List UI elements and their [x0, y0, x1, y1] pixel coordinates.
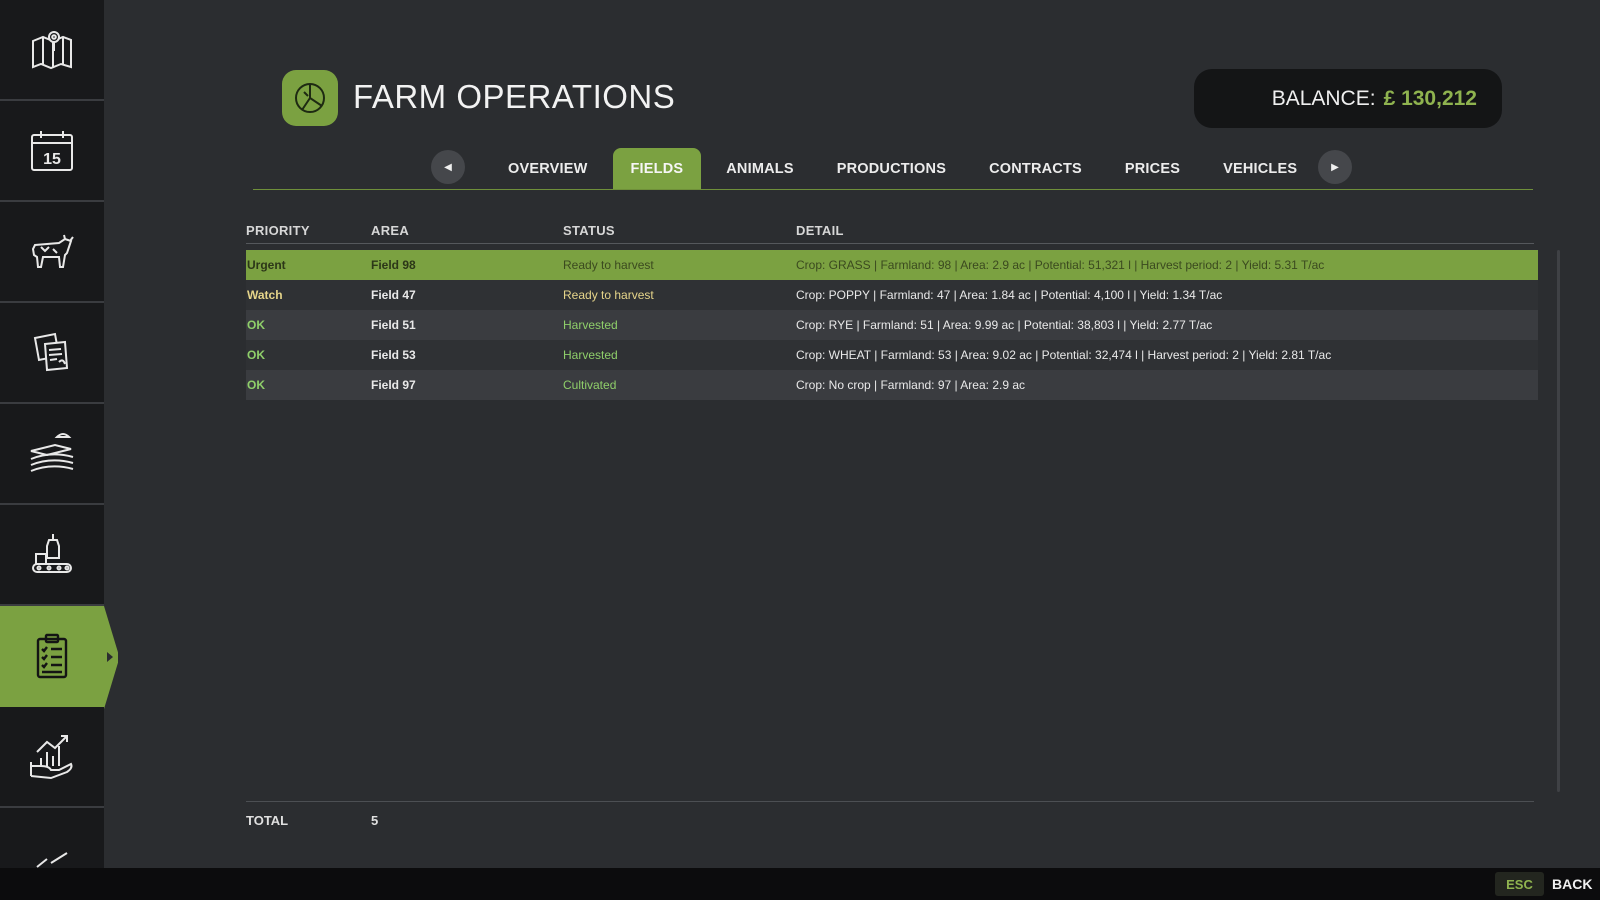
- column-header-detail: DETAIL: [796, 223, 844, 238]
- sidebar-item-calendar[interactable]: 15: [0, 101, 104, 202]
- area-cell: Field 98: [371, 258, 416, 272]
- sidebar-active-pointer: [104, 606, 118, 709]
- area-cell: Field 51: [371, 318, 416, 332]
- footer-divider: [246, 801, 1534, 802]
- finance-icon: [30, 734, 73, 779]
- table-row[interactable]: Urgent Field 98 Ready to harvest Crop: G…: [246, 250, 1538, 280]
- detail-cell: Crop: No crop | Farmland: 97 | Area: 2.9…: [796, 378, 1026, 392]
- column-header-status: STATUS: [563, 223, 615, 238]
- table-scrollbar[interactable]: [1557, 250, 1560, 792]
- total-value: 5: [371, 813, 379, 828]
- tab-overview[interactable]: OVERVIEW: [490, 148, 606, 190]
- priority-cell: OK: [247, 378, 265, 392]
- svg-text:15: 15: [43, 151, 61, 168]
- detail-cell: Crop: POPPY | Farmland: 47 | Area: 1.84 …: [796, 288, 1223, 302]
- balance-value: £ 130,212: [1383, 86, 1477, 110]
- priority-cell: Watch: [247, 288, 283, 302]
- table-row[interactable]: OK Field 53 Harvested Crop: WHEAT | Farm…: [246, 340, 1538, 370]
- area-cell: Field 47: [371, 288, 416, 302]
- pie-chart-icon: [295, 83, 325, 113]
- priority-cell: OK: [247, 348, 265, 362]
- sidebar-item-documents[interactable]: [0, 303, 104, 404]
- sidebar-item-productions[interactable]: [0, 505, 104, 606]
- header-icon: [282, 70, 338, 126]
- triangle-right-icon: ▶: [1331, 161, 1339, 173]
- production-icon: [32, 533, 72, 573]
- sidebar-item-animals[interactable]: [0, 202, 104, 303]
- tab-prev-button[interactable]: ◀: [431, 150, 465, 184]
- column-header-priority: PRIORITY: [246, 223, 310, 238]
- status-cell: Ready to harvest: [563, 288, 654, 302]
- sidebar-item-finances[interactable]: [0, 707, 104, 808]
- tab-next-button[interactable]: ▶: [1318, 150, 1352, 184]
- triangle-left-icon: ◀: [444, 161, 452, 173]
- status-cell: Cultivated: [563, 378, 617, 392]
- area-cell: Field 97: [371, 378, 416, 392]
- balance-display: BALANCE: £ 130,212: [1194, 69, 1502, 128]
- table-row[interactable]: OK Field 51 Harvested Crop: RYE | Farmla…: [246, 310, 1538, 340]
- detail-cell: Crop: RYE | Farmland: 51 | Area: 9.99 ac…: [796, 318, 1213, 332]
- fields-icon: [30, 432, 74, 472]
- priority-cell: Urgent: [247, 258, 286, 272]
- table-row[interactable]: Watch Field 47 Ready to harvest Crop: PO…: [246, 280, 1538, 310]
- total-label: TOTAL: [246, 813, 289, 828]
- status-cell: Harvested: [563, 348, 618, 362]
- column-header-area: AREA: [371, 223, 410, 238]
- tab-productions[interactable]: PRODUCTIONS: [819, 148, 964, 190]
- detail-cell: Crop: GRASS | Farmland: 98 | Area: 2.9 a…: [796, 258, 1325, 272]
- detail-cell: Crop: WHEAT | Farmland: 53 | Area: 9.02 …: [796, 348, 1332, 362]
- area-cell: Field 53: [371, 348, 416, 362]
- table-row[interactable]: OK Field 97 Cultivated Crop: No crop | F…: [246, 370, 1538, 400]
- sidebar-item-farm-operations[interactable]: [0, 606, 104, 707]
- cow-icon: [31, 234, 74, 268]
- status-cell: Harvested: [563, 318, 618, 332]
- tab-contracts[interactable]: CONTRACTS: [971, 148, 1100, 190]
- tab-prices[interactable]: PRICES: [1107, 148, 1198, 190]
- back-button[interactable]: BACK: [1552, 876, 1592, 892]
- balance-label: BALANCE:: [1271, 86, 1376, 110]
- farm-operations-screen: 15 FARM OPERATIONS BALANCE: £ 130,212 ◀ …: [0, 0, 1600, 900]
- calendar-icon: 15: [31, 130, 73, 171]
- sidebar-item-more[interactable]: [0, 808, 104, 868]
- documents-icon: [33, 332, 69, 371]
- esc-key-hint[interactable]: ESC: [1495, 872, 1544, 896]
- page-title: FARM OPERATIONS: [353, 78, 676, 115]
- tab-fields[interactable]: FIELDS: [612, 148, 702, 190]
- tab-vehicles[interactable]: VEHICLES: [1205, 148, 1315, 190]
- sidebar: 15: [0, 0, 104, 868]
- priority-cell: OK: [247, 318, 265, 332]
- tab-underline: [253, 189, 1533, 190]
- clipboard-icon: [36, 633, 68, 678]
- sidebar-item-fields[interactable]: [0, 404, 104, 505]
- fields-table: Urgent Field 98 Ready to harvest Crop: G…: [246, 250, 1538, 400]
- bottom-bar: [0, 868, 1600, 900]
- header-divider: [246, 243, 1534, 244]
- tab-animals[interactable]: ANIMALS: [708, 148, 811, 190]
- more-icon: [36, 851, 68, 868]
- map-icon: [32, 30, 72, 69]
- status-cell: Ready to harvest: [563, 258, 654, 272]
- sidebar-item-map[interactable]: [0, 0, 104, 101]
- tab-bar: OVERVIEW FIELDS ANIMALS PRODUCTIONS CONT…: [490, 148, 1322, 190]
